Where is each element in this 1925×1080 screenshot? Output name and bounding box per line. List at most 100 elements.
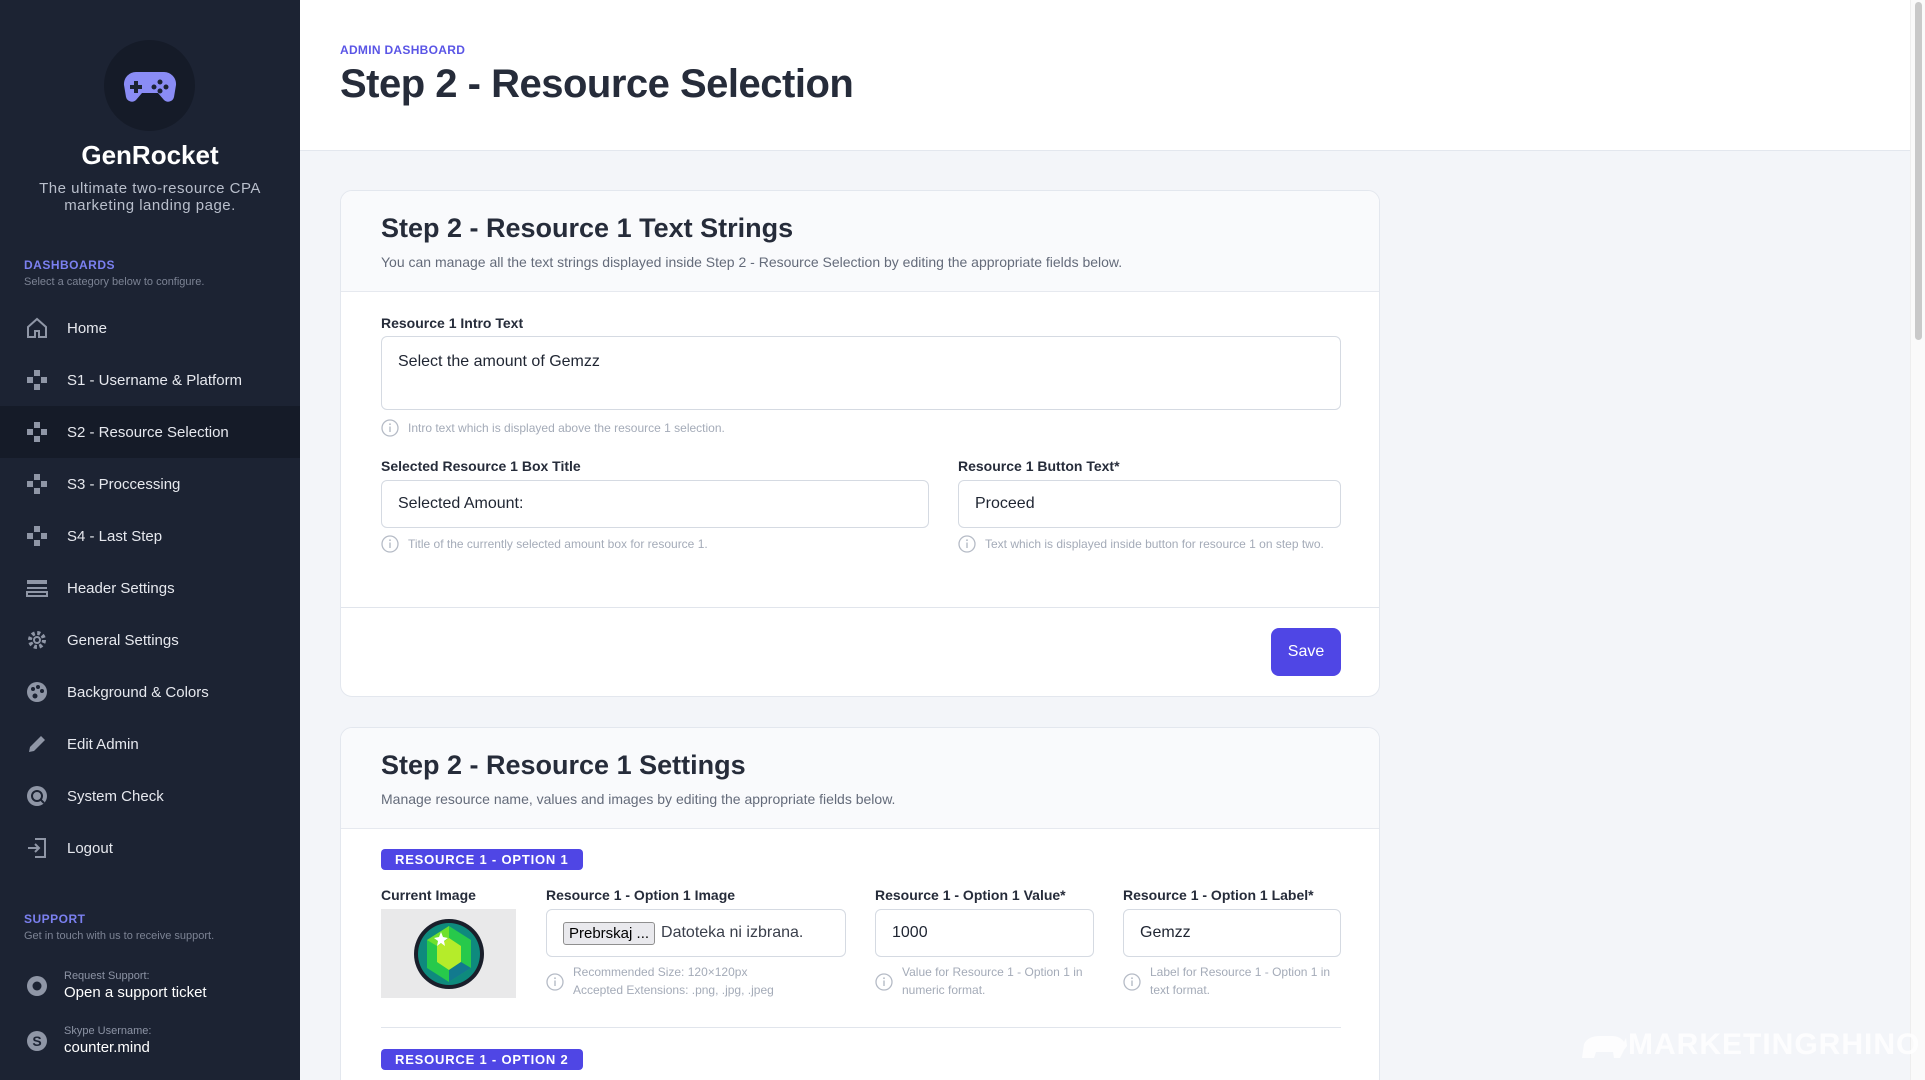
browse-button[interactable]: Prebrskaj ... — [563, 921, 656, 945]
hint-text: Accepted Extensions: .png, .jpg, .jpeg — [573, 983, 774, 997]
page-scrollbar[interactable] — [1910, 0, 1925, 1080]
info-icon — [875, 973, 893, 991]
gamepad-icon — [24, 471, 50, 497]
current-image-label: Current Image — [381, 887, 476, 903]
option-label-hint: Label for Resource 1 - Option 1 in text … — [1123, 963, 1343, 999]
sidebar-item-background-colors[interactable]: Background & Colors — [0, 666, 300, 718]
current-image — [381, 909, 516, 998]
info-icon — [1123, 973, 1141, 991]
hint-text: Recommended Size: 120×120px — [573, 965, 748, 979]
option-label-label: Resource 1 - Option 1 Label* — [1123, 887, 1314, 903]
sidebar-item-label: Edit Admin — [67, 735, 139, 753]
intro-text-hint: Intro text which is displayed above the … — [381, 419, 1081, 437]
button-text-hint: Text which is displayed inside button fo… — [958, 535, 1341, 553]
text-strings-card: Step 2 - Resource 1 Text Strings You can… — [340, 190, 1380, 697]
sidebar-item-s1[interactable]: S1 - Username & Platform — [0, 354, 300, 406]
hint-text: Label for Resource 1 - Option 1 in text … — [1150, 965, 1331, 997]
image-hint: Recommended Size: 120×120px Accepted Ext… — [546, 963, 846, 999]
box-title-hint: Title of the currently selected amount b… — [381, 535, 921, 553]
gear-icon — [24, 627, 50, 653]
sidebar-item-s2[interactable]: S2 - Resource Selection — [0, 406, 300, 458]
logo — [104, 40, 195, 131]
file-status-text: Datoteka ni izbrana. — [661, 924, 804, 941]
intro-text-label: Resource 1 Intro Text — [381, 315, 524, 331]
check-icon — [24, 783, 50, 809]
sidebar-nav: Home S1 - Username & Platform S2 - Resou… — [0, 302, 300, 874]
intro-text-field[interactable]: Select the amount of Gemzz — [381, 336, 1341, 410]
brand-tagline: The ultimate two-resource CPA marketing … — [39, 180, 261, 214]
rhino-icon — [1582, 1036, 1627, 1058]
gamepad-icon — [24, 419, 50, 445]
page-header: ADMIN DASHBOARD Step 2 - Resource Select… — [300, 0, 1910, 151]
sidebar-item-general-settings[interactable]: General Settings — [0, 614, 300, 666]
info-icon — [381, 419, 399, 437]
sidebar-item-label: S3 - Proccessing — [67, 475, 181, 493]
card-description: Manage resource name, values and images … — [381, 791, 896, 807]
gamepad-icon — [24, 523, 50, 549]
sidebar-item-header-settings[interactable]: Header Settings — [0, 562, 300, 614]
support-subtitle: Get in touch with us to receive support. — [24, 930, 215, 942]
option-2-badge: RESOURCE 1 - OPTION 2 — [381, 1049, 583, 1070]
sidebar-item-s3[interactable]: S3 - Proccessing — [0, 458, 300, 510]
sidebar-item-label: System Check — [67, 787, 164, 805]
info-icon — [546, 973, 564, 991]
skype-username: counter.mind — [64, 1039, 150, 1056]
sidebar-item-label: S1 - Username & Platform — [67, 371, 243, 389]
option-1-badge: RESOURCE 1 - OPTION 1 — [381, 849, 583, 870]
skype-contact[interactable]: S Skype Username: counter.mind — [24, 1025, 151, 1056]
button-text-label: Resource 1 Button Text* — [958, 458, 1120, 474]
box-title-label: Selected Resource 1 Box Title — [381, 458, 581, 474]
pencil-icon — [24, 731, 50, 757]
support-title: SUPPORT — [24, 912, 86, 926]
logout-icon — [24, 835, 50, 861]
brand-name: GenRocket — [81, 140, 219, 170]
sidebar-item-label: Background & Colors — [67, 683, 209, 701]
option-value-field[interactable]: 1000 — [875, 909, 1094, 957]
skype-icon: S — [24, 1028, 50, 1054]
hint-text: Value for Resource 1 - Option 1 in numer… — [902, 965, 1083, 997]
sidebar-item-label: S4 - Last Step — [67, 527, 163, 545]
hint-text: Intro text which is displayed above the … — [408, 421, 725, 435]
option-value-hint: Value for Resource 1 - Option 1 in numer… — [875, 963, 1100, 999]
file-upload-field[interactable]: Prebrskaj ... Datoteka ni izbrana. — [546, 909, 846, 957]
support-ticket-link[interactable]: Request Support: Open a support ticket — [24, 970, 207, 1001]
page-title: Step 2 - Resource Selection — [340, 62, 854, 106]
option-label-field[interactable]: Gemzz — [1123, 909, 1341, 957]
dashboards-subtitle: Select a category below to configure. — [24, 276, 205, 288]
watermark-text: MARKETINGRHINO — [1628, 1028, 1921, 1061]
card-title: Step 2 - Resource 1 Text Strings — [381, 213, 794, 243]
box-title-field[interactable]: Selected Amount: — [381, 480, 929, 528]
sidebar-item-label: Logout — [67, 839, 113, 857]
hint-text: Title of the currently selected amount b… — [408, 537, 708, 551]
card-header: Step 2 - Resource 1 Text Strings You can… — [341, 191, 1379, 292]
request-support-label: Request Support: — [64, 970, 150, 982]
watermark: MARKETINGRHINO — [1580, 1028, 1920, 1062]
option-value-label: Resource 1 - Option 1 Value* — [875, 887, 1066, 903]
save-button[interactable]: Save — [1271, 628, 1341, 676]
svg-text:S: S — [32, 1033, 41, 1049]
sidebar-item-system-check[interactable]: System Check — [0, 770, 300, 822]
gamepad-logo-icon — [123, 71, 176, 102]
support-ticket-text: Open a support ticket — [64, 984, 207, 1001]
dashboards-title: DASHBOARDS — [24, 258, 116, 272]
palette-icon — [24, 679, 50, 705]
hint-text: Text which is displayed inside button fo… — [985, 537, 1324, 551]
card-description: You can manage all the text strings disp… — [381, 254, 1123, 270]
sidebar-item-home[interactable]: Home — [0, 302, 300, 354]
sidebar-item-s4[interactable]: S4 - Last Step — [0, 510, 300, 562]
info-icon — [381, 535, 399, 553]
breadcrumb[interactable]: ADMIN DASHBOARD — [340, 43, 465, 57]
sidebar-item-label: Home — [67, 319, 108, 337]
scrollbar-thumb[interactable] — [1915, 2, 1922, 340]
divider — [381, 1027, 1341, 1028]
header-icon — [24, 575, 50, 601]
button-text-field[interactable]: Proceed — [958, 480, 1341, 528]
sidebar-item-logout[interactable]: Logout — [0, 822, 300, 874]
gamepad-icon — [24, 367, 50, 393]
sidebar-item-edit-admin[interactable]: Edit Admin — [0, 718, 300, 770]
gem-icon — [413, 918, 484, 989]
lifebuoy-icon — [24, 973, 50, 999]
option-image-label: Resource 1 - Option 1 Image — [546, 887, 736, 903]
sidebar-item-label: Header Settings — [67, 579, 175, 597]
card-title: Step 2 - Resource 1 Settings — [381, 750, 746, 780]
